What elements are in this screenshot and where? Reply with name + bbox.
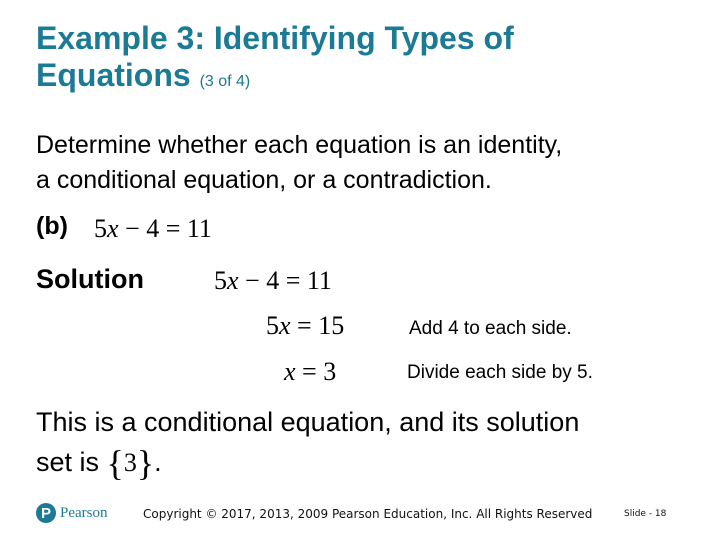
eq-var: x [107, 214, 119, 243]
title-part-indicator: (3 of 4) [199, 73, 251, 90]
solution-step-1: 5x − 4 = 11 [214, 266, 332, 296]
solution-label: Solution [36, 264, 144, 294]
slide-number: Slide - 18 [624, 509, 667, 519]
step-2-note: Add 4 to each side. [409, 318, 572, 339]
title-equations: Equations [36, 57, 191, 93]
conclusion-line-2: set is {3}. [36, 442, 579, 483]
step-var: x [284, 357, 296, 386]
conclusion-suffix: . [154, 447, 162, 477]
conclusion-prefix: set is [36, 447, 107, 477]
step-rest: = 3 [295, 357, 337, 386]
solution-step-3: x = 3 [284, 357, 336, 387]
set-open-brace: { [106, 443, 124, 483]
set-close-brace: } [136, 443, 155, 483]
step-rest: − 4 = 11 [238, 266, 332, 295]
copyright-notice: Copyright © 2017, 2013, 2009 Pearson Edu… [143, 507, 593, 521]
step-3-note: Divide each side by 5. [407, 362, 593, 383]
step-var: x [279, 311, 291, 340]
eq-coef: 5 [94, 214, 107, 243]
eq-rest: − 4 = 11 [118, 214, 212, 243]
prompt-line-1: Determine whether each equation is an id… [36, 131, 563, 159]
pearson-logo-icon: P [36, 503, 56, 523]
slide-title: Example 3: Identifying Types of Equation… [36, 20, 514, 100]
pearson-logo: P Pearson [36, 503, 108, 523]
step-var: x [227, 266, 239, 295]
step-rest: = 15 [290, 311, 345, 340]
prompt-line-2: a conditional equation, or a contradicti… [36, 166, 492, 194]
solution-set-value: 3 [123, 448, 137, 477]
solution-step-2: 5x = 15 [266, 311, 344, 341]
conclusion: This is a conditional equation, and its … [36, 402, 579, 483]
conclusion-line-1: This is a conditional equation, and its … [36, 407, 580, 437]
problem-prompt: Determine whether each equation is an id… [36, 128, 562, 198]
title-line-2: Equations (3 of 4) [36, 57, 514, 100]
step-coef: 5 [266, 311, 279, 340]
pearson-logo-text: Pearson [60, 504, 108, 521]
part-b-label: (b) [36, 212, 68, 240]
part-b-equation: 5x − 4 = 11 [94, 214, 212, 244]
step-coef: 5 [214, 266, 227, 295]
title-line-1: Example 3: Identifying Types of [36, 20, 514, 56]
